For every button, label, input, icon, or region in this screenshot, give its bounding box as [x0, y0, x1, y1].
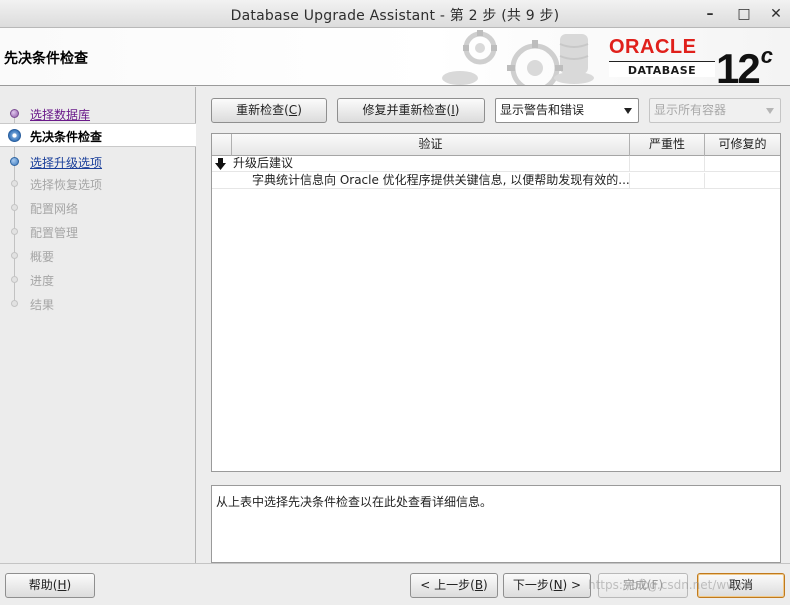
- column-header-fixable[interactable]: 可修复的: [705, 134, 780, 156]
- table-row[interactable]: 字典统计信息向 Oracle 优化程序提供关键信息, 以便帮助发现有效的...: [212, 173, 780, 189]
- nav-step-label: 配置网络: [30, 202, 79, 216]
- step-current-icon: [8, 129, 21, 142]
- column-header-severity[interactable]: 严重性: [630, 134, 705, 156]
- step-disabled-icon: [11, 276, 18, 283]
- step-visited-icon: [10, 109, 19, 118]
- header-banner: 先决条件检查 ORACLE DATABASE 12c: [0, 28, 790, 86]
- severity-filter-select[interactable]: 显示警告和错误: [495, 98, 639, 123]
- next-button[interactable]: 下一步(N) >: [503, 573, 591, 598]
- row-fixable: [705, 156, 780, 172]
- help-button[interactable]: 帮助(H): [5, 573, 95, 598]
- chevron-down-icon: [766, 108, 774, 114]
- step-disabled-icon: [11, 252, 18, 259]
- oracle-logo: ORACLE DATABASE: [609, 36, 715, 77]
- row-validation: 升级后建议: [232, 156, 630, 172]
- nav-step-label: 选择数据库: [30, 108, 91, 122]
- nav-step-label: 先决条件检查: [30, 130, 103, 144]
- row-validation: 字典统计信息向 Oracle 优化程序提供关键信息, 以便帮助发现有效的...: [232, 173, 630, 189]
- nav-step-upgrade-options[interactable]: 选择升级选项: [0, 150, 196, 172]
- version-number: 12: [716, 45, 761, 86]
- nav-step-prerequisite-checks[interactable]: 先决条件检查: [0, 123, 196, 147]
- expand-arrow-down-icon[interactable]: [215, 158, 226, 170]
- cancel-label: 取消: [728, 578, 753, 592]
- nav-step-configure-management: 配置管理: [0, 220, 196, 242]
- nav-step-label: 选择升级选项: [30, 156, 103, 170]
- nav-step-label: 配置管理: [30, 226, 79, 240]
- recheck-button[interactable]: 重新检查(C): [211, 98, 327, 123]
- step-navigation: 选择数据库 先决条件检查 选择升级选项 选择恢复选项 配置网络 配置管理 概要 …: [0, 87, 196, 563]
- details-text: 从上表中选择先决条件检查以在此处查看详细信息。: [216, 495, 493, 509]
- minimize-button[interactable]: –: [700, 4, 720, 24]
- help-mnemonic: H: [57, 578, 67, 592]
- chevron-down-icon: [624, 108, 632, 114]
- step-link-icon: [10, 157, 19, 166]
- fix-recheck-label: 修复并重新检查(: [362, 103, 452, 117]
- table-header: 验证 严重性 可修复的: [212, 134, 780, 156]
- container-filter-select: 显示所有容器: [649, 98, 781, 123]
- recheck-label-tail: ): [297, 103, 302, 117]
- nav-step-summary: 概要: [0, 244, 196, 266]
- nav-step-configure-network: 配置网络: [0, 196, 196, 218]
- container-filter-value: 显示所有容器: [654, 103, 727, 117]
- severity-filter-value: 显示警告和错误: [500, 103, 585, 117]
- nav-step-progress: 进度: [0, 268, 196, 290]
- oracle-wordmark: ORACLE: [609, 36, 697, 58]
- close-button[interactable]: ✕: [766, 4, 786, 24]
- version-logo: 12c: [716, 32, 773, 86]
- footer-bar: 帮助(H) < 上一步(B) 下一步(N) > 完成(F) 取消 https:/…: [0, 563, 790, 605]
- next-mnemonic: N: [553, 578, 563, 592]
- details-pane: 从上表中选择先决条件检查以在此处查看详细信息。: [211, 485, 781, 563]
- next-label: 下一步(: [512, 578, 554, 592]
- nav-step-recovery-options: 选择恢复选项: [0, 172, 196, 194]
- nav-step-label: 结果: [30, 298, 55, 312]
- version-suffix: c: [760, 43, 773, 68]
- help-label: 帮助(: [28, 578, 58, 592]
- step-disabled-icon: [11, 204, 18, 211]
- nav-step-label: 进度: [30, 274, 55, 288]
- finish-button: 完成(F): [598, 573, 688, 598]
- recheck-mnemonic: C: [288, 103, 298, 117]
- table-row-group[interactable]: 升级后建议: [212, 156, 780, 172]
- nav-step-select-database[interactable]: 选择数据库: [0, 102, 196, 124]
- maximize-button[interactable]: □: [734, 4, 754, 24]
- help-label-tail: ): [66, 578, 72, 592]
- step-title: 先决条件检查: [4, 51, 88, 67]
- step-disabled-icon: [11, 228, 18, 235]
- recheck-label: 重新检查(: [236, 103, 289, 117]
- back-label-tail: ): [483, 578, 488, 592]
- column-header-validation[interactable]: 验证: [232, 134, 630, 156]
- row-fixable: [705, 173, 780, 189]
- fix-recheck-label-tail: ): [454, 103, 460, 117]
- fix-and-recheck-button[interactable]: 修复并重新检查(I): [337, 98, 485, 123]
- back-button[interactable]: < 上一步(B): [410, 573, 498, 598]
- column-header-expander: [212, 134, 232, 156]
- main-panel: 重新检查(C) 修复并重新检查(I) 显示警告和错误 显示所有容器 验证 严重性…: [197, 87, 790, 563]
- back-label: < 上一步(: [420, 578, 475, 592]
- back-mnemonic: B: [474, 578, 484, 592]
- cancel-button[interactable]: 取消: [697, 573, 785, 598]
- finish-label: 完成(F): [622, 578, 664, 592]
- step-disabled-icon: [11, 300, 18, 307]
- nav-step-results: 结果: [0, 292, 196, 314]
- database-label: DATABASE: [609, 61, 715, 77]
- nav-step-label: 概要: [30, 250, 55, 264]
- row-severity: [630, 173, 705, 189]
- step-disabled-icon: [11, 180, 18, 187]
- gears-decoration-icon: [442, 30, 594, 85]
- nav-step-label: 选择恢复选项: [30, 178, 103, 192]
- window-titlebar: Database Upgrade Assistant - 第 2 步 (共 9 …: [0, 0, 790, 28]
- next-label-tail: ) >: [562, 578, 582, 592]
- row-severity: [630, 156, 705, 172]
- prerequisite-checks-table[interactable]: 验证 严重性 可修复的 升级后建议 字典统计信息向 Oracle 优化程序提供关…: [211, 133, 781, 472]
- window-title: Database Upgrade Assistant - 第 2 步 (共 9 …: [230, 8, 560, 24]
